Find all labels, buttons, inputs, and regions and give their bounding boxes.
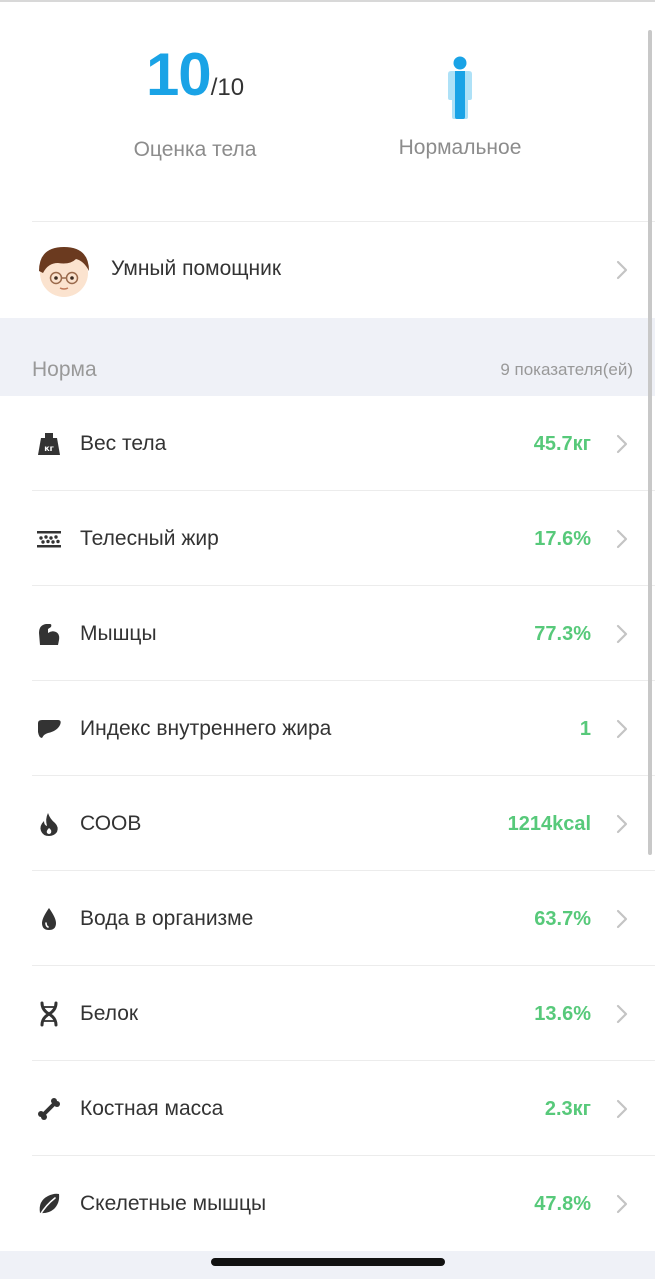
- metric-label: Индекс внутреннего жира: [80, 717, 332, 740]
- fat-layer-icon: [37, 531, 61, 548]
- header-divider: [32, 221, 655, 222]
- metric-value: 45.7кг: [533, 433, 591, 455]
- chevron-right-icon: [616, 1194, 628, 1214]
- metric-row-body-water[interactable]: Вода в организме 63.7%: [0, 871, 655, 966]
- metric-row-weight[interactable]: кг Вес тела 45.7кг: [0, 396, 655, 491]
- chevron-right-icon: [616, 1004, 628, 1024]
- weight-icon: кг: [38, 433, 60, 455]
- score-label: Оценка тела: [133, 138, 257, 161]
- section-count: 9 показателя(ей): [500, 360, 633, 379]
- chevron-right-icon: [616, 814, 628, 834]
- metric-row-bmr[interactable]: СООВ 1214kcal: [0, 776, 655, 871]
- flame-icon: [40, 813, 58, 836]
- metric-row-protein[interactable]: Белок 13.6%: [0, 966, 655, 1061]
- metric-label: Телесный жир: [80, 527, 219, 550]
- chevron-right-icon: [616, 1099, 628, 1119]
- metric-label: Костная масса: [80, 1097, 224, 1120]
- metric-value: 1214kcal: [507, 813, 591, 835]
- metric-label: Скелетные мышцы: [80, 1192, 267, 1215]
- home-indicator[interactable]: [211, 1258, 445, 1266]
- metric-label: Мышцы: [80, 622, 157, 645]
- metric-value: 77.3%: [534, 623, 591, 645]
- chevron-right-icon: [616, 909, 628, 929]
- metric-row-skeletal-muscle[interactable]: Скелетные мышцы 47.8%: [0, 1156, 655, 1251]
- smart-assistant-row[interactable]: Умный помощник: [0, 223, 655, 318]
- dna-icon: [40, 1001, 58, 1027]
- svg-text:кг: кг: [44, 444, 54, 453]
- metric-label: Белок: [80, 1002, 139, 1025]
- score-max: /10: [210, 74, 245, 101]
- score-header: 10/10 Оценка тела Нормальное: [0, 2, 655, 222]
- body-score: 10/10: [100, 40, 290, 123]
- body-type: [380, 54, 540, 125]
- water-drop-icon: [42, 908, 56, 930]
- body-figure-icon: [448, 56, 472, 119]
- metrics-list: кг Вес тела 45.7кг Телесный жир 17.6% Мы…: [0, 396, 655, 1251]
- assistant-avatar: [39, 247, 89, 297]
- metric-value: 13.6%: [534, 1003, 591, 1025]
- chevron-right-icon: [616, 529, 628, 549]
- metric-label: Вес тела: [80, 432, 167, 455]
- metric-value: 17.6%: [534, 528, 591, 550]
- leaf-icon: [39, 1193, 60, 1216]
- chevron-right-icon: [616, 719, 628, 739]
- scrollbar[interactable]: [648, 30, 652, 855]
- metric-row-bone-mass[interactable]: Костная масса 2.3кг: [0, 1061, 655, 1156]
- chevron-right-icon: [616, 260, 628, 280]
- metric-row-body-fat[interactable]: Телесный жир 17.6%: [0, 491, 655, 586]
- muscle-arm-icon: [39, 624, 60, 645]
- metric-value: 2.3кг: [544, 1098, 591, 1120]
- score-value: 10: [145, 41, 212, 108]
- metric-value: 1: [579, 718, 591, 740]
- metric-row-visceral-fat[interactable]: Индекс внутреннего жира 1: [0, 681, 655, 776]
- metric-value: 47.8%: [534, 1193, 591, 1215]
- chevron-right-icon: [616, 624, 628, 644]
- section-title: Норма: [32, 358, 97, 381]
- metric-label: СООВ: [80, 812, 142, 835]
- metric-row-muscle[interactable]: Мышцы 77.3%: [0, 586, 655, 681]
- metric-label: Вода в организме: [80, 907, 254, 930]
- section-header-norm: Норма 9 показателя(ей): [0, 318, 655, 396]
- body-type-label: Нормальное: [398, 136, 522, 159]
- bone-icon: [38, 1098, 60, 1120]
- chevron-right-icon: [616, 434, 628, 454]
- assistant-label: Умный помощник: [111, 257, 282, 280]
- metric-value: 63.7%: [534, 908, 591, 930]
- liver-icon: [38, 720, 61, 738]
